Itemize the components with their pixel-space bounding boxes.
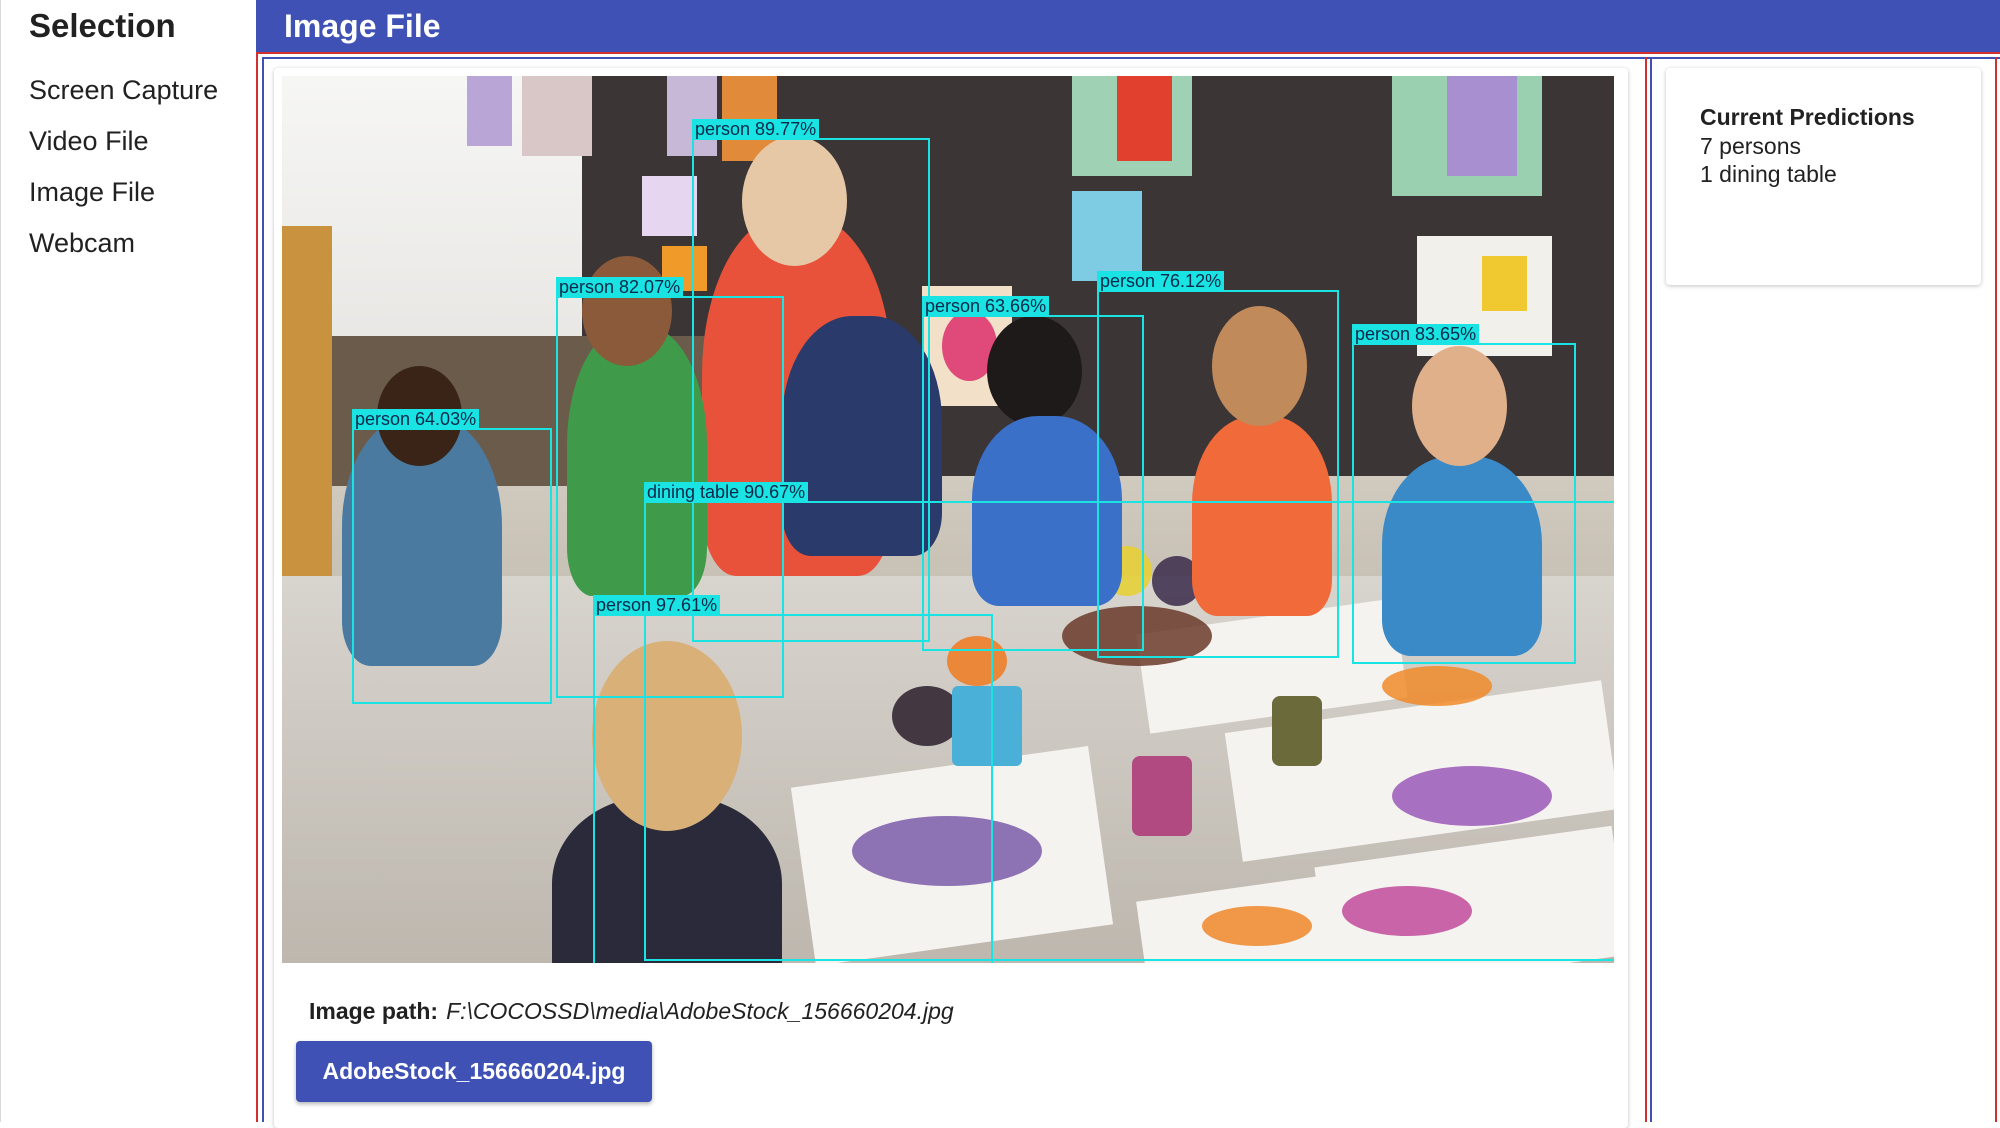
detection-label: person 83.65% [1352, 324, 1480, 344]
detection-box: person 97.61% [593, 595, 993, 963]
photo-poster [1117, 76, 1172, 161]
sidebar-item-video-file[interactable]: Video File [29, 124, 149, 158]
panel-divider-blue [1650, 57, 1652, 1122]
frame-line-top [262, 57, 2000, 59]
predictions-title: Current Predictions [1700, 104, 1915, 130]
photo-poster [1482, 256, 1527, 311]
choose-file-button[interactable]: AdobeStock_156660204.jpg [296, 1041, 652, 1102]
photo-poster [522, 76, 592, 156]
detection-label: person 82.07% [556, 277, 684, 297]
image-path-value: F:\COCOSSD\media\AdobeStock_156660204.jp… [446, 998, 954, 1024]
detection-label: person 97.61% [593, 595, 721, 615]
predictions-card: Current Predictions 7 persons 1 dining t… [1666, 68, 1981, 285]
detection-image: person 89.77% person 82.07% person 63.66… [282, 76, 1614, 963]
page-title: Image File [284, 8, 441, 44]
detection-label: person 63.66% [922, 296, 1050, 316]
photo-poster [1447, 76, 1517, 176]
sidebar-item-image-file[interactable]: Image File [29, 175, 155, 209]
detection-label: person 76.12% [1097, 271, 1225, 291]
sidebar: Selection Screen Capture Video File Imag… [0, 0, 256, 1122]
image-path: Image path: F:\COCOSSD\media\AdobeStock_1… [309, 996, 954, 1026]
image-path-label: Image path: [309, 998, 439, 1024]
detection-box: person 64.03% [352, 409, 552, 704]
sidebar-title: Selection [29, 7, 176, 44]
detection-label: person 64.03% [352, 409, 480, 429]
sidebar-item-webcam[interactable]: Webcam [29, 226, 135, 260]
prediction-item: 1 dining table [1700, 161, 1837, 187]
frame-line-right [1995, 57, 1997, 1122]
photo-poster [1072, 191, 1142, 281]
sidebar-item-screen-capture[interactable]: Screen Capture [29, 73, 218, 107]
detection-label: dining table 90.67% [644, 482, 809, 502]
frame-line-left [262, 57, 264, 1122]
photo-poster [642, 176, 697, 236]
panel-divider-red [1645, 57, 1647, 1122]
detection-label: person 89.77% [692, 119, 820, 139]
app-header: Image File [256, 0, 2000, 52]
photo-poster [467, 76, 512, 146]
prediction-item: 7 persons [1700, 133, 1802, 159]
